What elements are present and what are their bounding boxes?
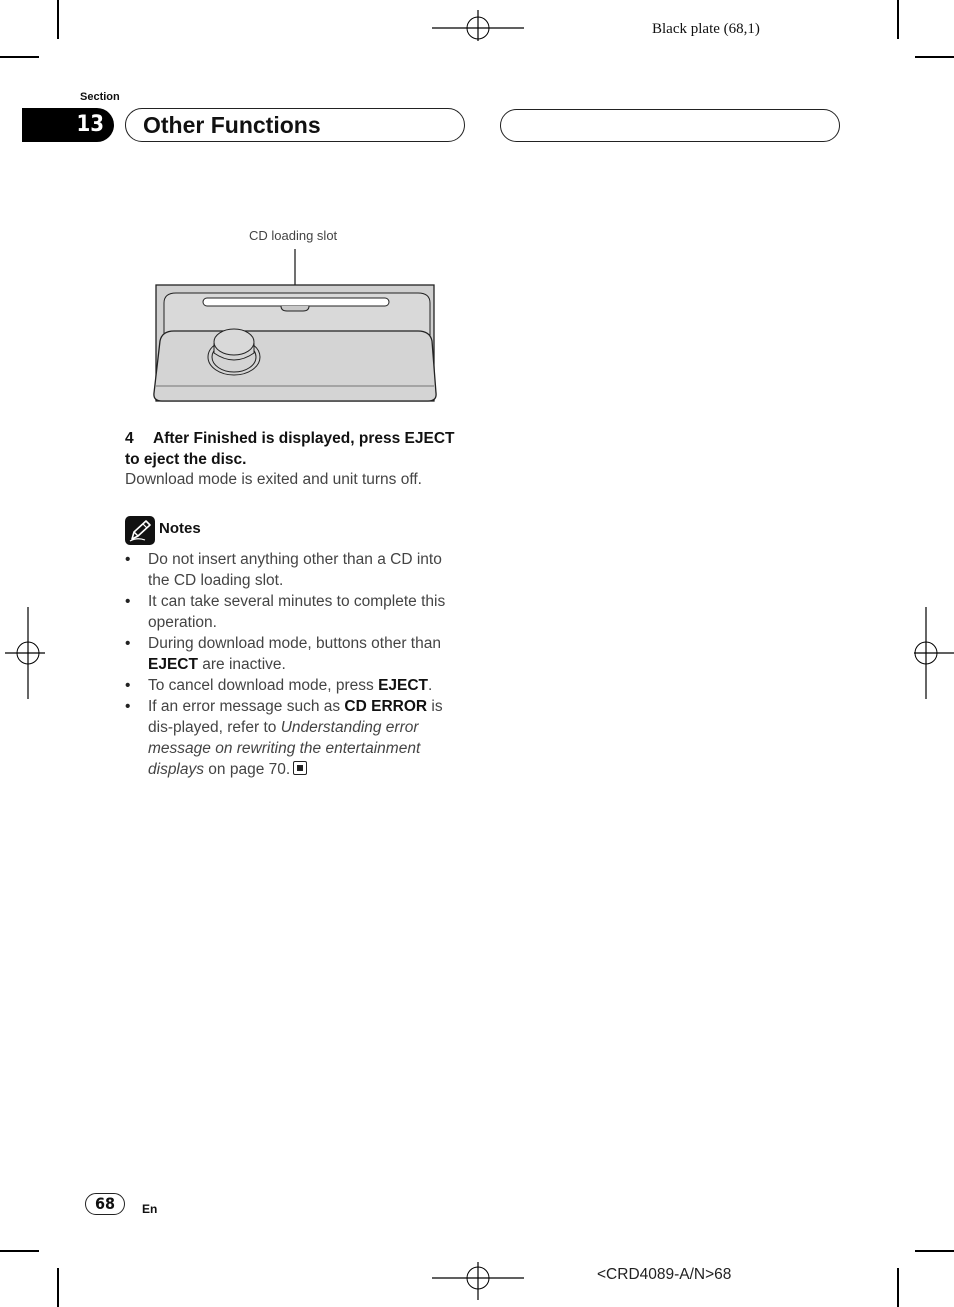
section-number-badge: 13 bbox=[22, 108, 114, 142]
step-number: 4 bbox=[125, 430, 134, 447]
crop-mark bbox=[57, 0, 59, 39]
plate-label: Black plate (68,1) bbox=[652, 21, 760, 37]
registration-mark-bottom bbox=[432, 1262, 524, 1300]
crop-mark bbox=[57, 1268, 59, 1307]
registration-mark-left bbox=[5, 607, 45, 699]
car-stereo-illustration bbox=[153, 249, 437, 402]
note-item: • It can take several minutes to complete… bbox=[125, 593, 446, 631]
crop-mark bbox=[0, 56, 39, 58]
end-of-section-icon bbox=[293, 761, 308, 775]
language-code: En bbox=[142, 1202, 158, 1216]
note-item: • During download mode, buttons other tha… bbox=[125, 635, 441, 673]
registration-mark-top bbox=[432, 10, 524, 41]
crop-mark bbox=[915, 1250, 954, 1252]
notes-list: • Do not insert anything other than a CD … bbox=[125, 549, 465, 780]
note-item: • Do not insert anything other than a CD … bbox=[125, 551, 442, 589]
notes-heading: Notes bbox=[159, 520, 201, 537]
cd-slot bbox=[202, 297, 390, 307]
note-item: • To cancel download mode, press EJECT. bbox=[125, 677, 433, 694]
crop-mark bbox=[0, 1250, 39, 1252]
crop-mark bbox=[915, 56, 954, 58]
registration-mark-right bbox=[914, 607, 954, 699]
step-result: Download mode is exited and unit turns o… bbox=[125, 471, 422, 488]
crop-mark bbox=[897, 0, 899, 39]
document-code: <CRD4089-A/N>68 bbox=[597, 1266, 732, 1283]
page-title: Other Functions bbox=[143, 112, 321, 138]
crop-mark bbox=[897, 1268, 899, 1307]
pencil-icon bbox=[125, 516, 155, 545]
figure-callout-label: CD loading slot bbox=[249, 228, 338, 243]
empty-header-frame bbox=[500, 109, 840, 142]
volume-knob bbox=[213, 328, 255, 356]
step-text: After Finished is displayed, press EJECT… bbox=[125, 430, 455, 468]
section-label: Section bbox=[80, 91, 120, 103]
page-number: 68 bbox=[85, 1193, 125, 1215]
note-item: • If an error message such as CD ERROR is… bbox=[125, 698, 443, 778]
step-instruction: 4 After Finished is displayed, press EJEC… bbox=[125, 428, 470, 470]
